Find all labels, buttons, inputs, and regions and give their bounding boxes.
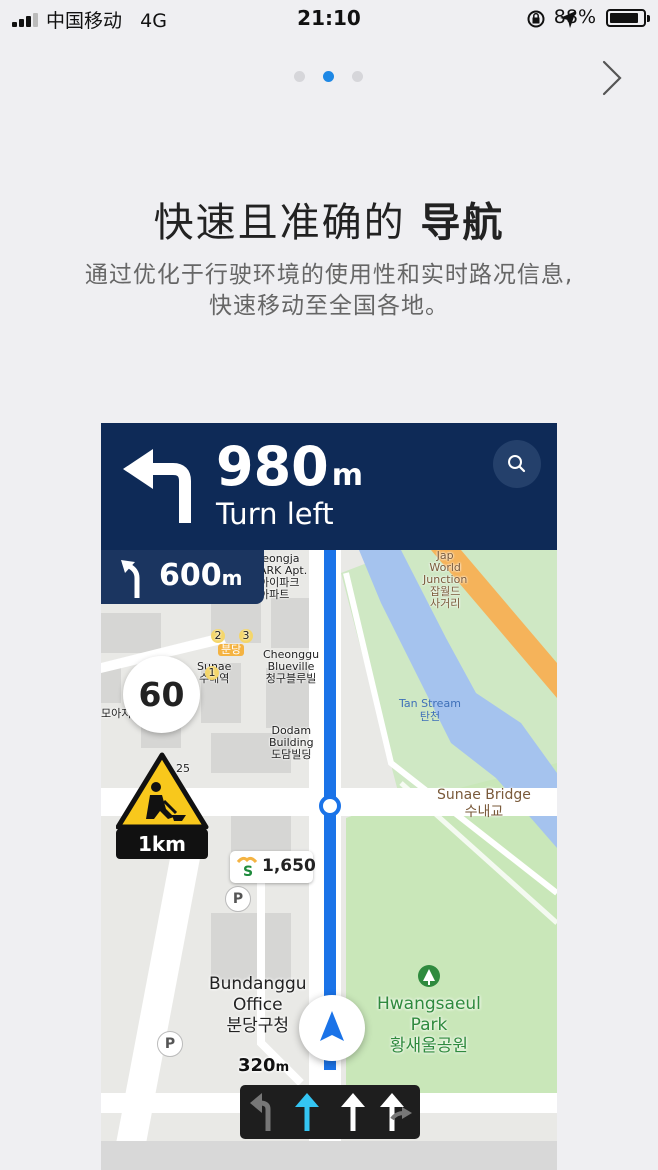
map-badge-bundang: 분당: [218, 644, 245, 656]
navigation-preview: JeongjaARK Apt.아이파크아파트 Sunae수내역 Cheonggu…: [101, 423, 557, 1170]
road-work-warning: 1km: [115, 751, 211, 861]
remaining-distance: 320m: [238, 1055, 290, 1076]
description-line-1: 通过优化于行驶环境的使用性和实时路况信息,: [84, 262, 574, 288]
fuel-price: 1,650: [262, 856, 316, 876]
page-dot-2[interactable]: [323, 71, 334, 82]
map-badge-3: 3: [239, 629, 253, 643]
navigation-arrow-icon: [320, 1011, 344, 1041]
road-work-distance: 1km: [116, 829, 208, 859]
map-label-tan-stream: Tan Stream 탄천: [399, 697, 461, 723]
lane-left-turn-icon: [250, 1093, 271, 1131]
map-search-button[interactable]: [493, 440, 541, 488]
battery-icon: [606, 9, 650, 27]
parking-icon: P: [225, 886, 251, 912]
map-label-bundanggu-office: Bundanggu Office 분당구청: [209, 974, 307, 1036]
page-description: 通过优化于行驶环境的使用性和实时路况信息, 快速移动至全国各地。: [0, 260, 658, 322]
turn-instruction: Turn left: [216, 497, 334, 531]
bear-left-icon: [121, 560, 140, 598]
gas-station-price[interactable]: S 1,650: [230, 851, 316, 883]
search-icon: [508, 455, 526, 473]
description-line-2: 快速移动至全国各地。: [209, 293, 449, 319]
lane-guidance: [240, 1085, 420, 1139]
map-label-sunae-bridge: Sunae Bridge 수내교: [437, 787, 531, 820]
map-label-jeongja: Jeongja ARK Apt. 아이파크 아파트: [259, 552, 308, 601]
next-turn-panel: 600m: [101, 550, 264, 604]
turn-left-icon: [123, 449, 191, 523]
map-badge-2: 2: [211, 629, 225, 643]
map-label-jap-world: Jap World Junction 잡월드 사거리: [423, 549, 468, 610]
page-dot-1[interactable]: [294, 71, 305, 82]
road-work-icon: [115, 752, 209, 830]
battery-percent: 88%: [553, 6, 596, 28]
map-label-hwangsaeul-park: Hwangsaeul Park 황새울공원: [377, 994, 481, 1056]
svg-text:S: S: [243, 864, 253, 878]
turn-distance: 980 m: [216, 435, 363, 498]
gas-station-logo-icon: S: [236, 856, 258, 878]
page-title: 快速且准确的 导航: [153, 200, 505, 246]
lane-straight-right-icon: [380, 1093, 412, 1131]
page-dot-3[interactable]: [352, 71, 363, 82]
status-bar: 中国移动 4G 21:10 88%: [0, 0, 658, 36]
lane-straight-icon: [341, 1093, 365, 1131]
lane-straight-active-icon: [295, 1093, 319, 1131]
next-turn-distance: 600m: [159, 558, 243, 593]
chevron-right-icon[interactable]: [596, 58, 630, 98]
speed-limit-sign: 60: [123, 656, 200, 733]
parking-icon: P: [157, 1031, 183, 1057]
current-location-marker: [299, 995, 365, 1061]
title-emphasis: 导航: [420, 200, 505, 246]
nav-header: 980 m Turn left: [101, 423, 557, 550]
map-label-dodam: Dodam Building 도담빌딩: [269, 724, 314, 761]
rotation-lock-icon: [527, 10, 545, 28]
map-badge-1: 1: [205, 666, 219, 680]
map-label-cheonggu: Cheonggu Blueville 청구블루빌: [263, 648, 320, 685]
